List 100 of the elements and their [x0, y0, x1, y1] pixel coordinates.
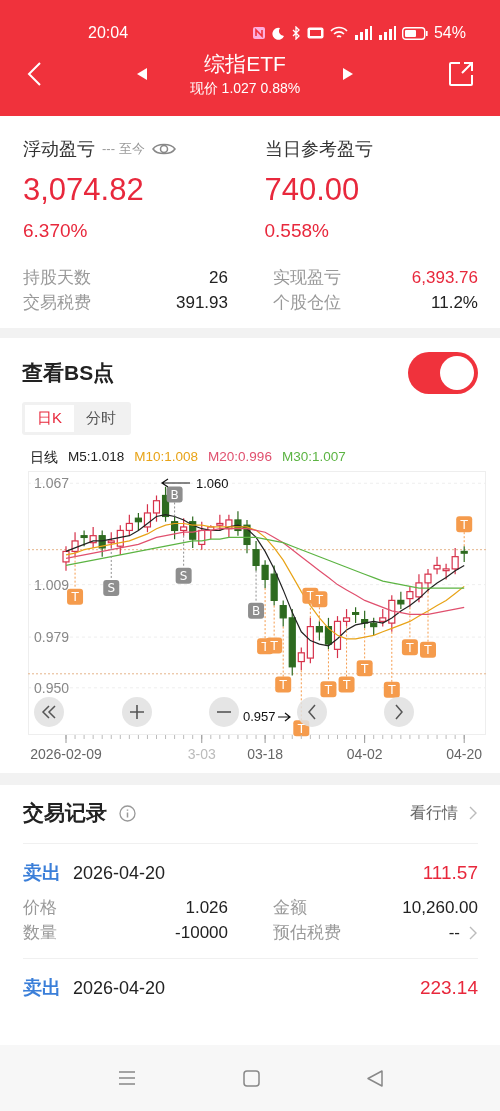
x-axis-label: 03-18: [247, 746, 283, 762]
battery-icon: [401, 26, 428, 40]
detail-value: 10,260.00: [402, 897, 478, 918]
axis-tick: [210, 734, 212, 740]
back-icon[interactable]: [26, 61, 42, 87]
x-axis-label: 2026-02-09: [30, 746, 102, 762]
axis-tick: [355, 734, 357, 740]
y-axis-label: 1.009: [34, 576, 70, 593]
stock-title: 综指ETF: [204, 51, 286, 77]
plus-icon: [128, 704, 145, 720]
axis-tick: [165, 734, 167, 740]
tab[interactable]: 分时: [74, 405, 128, 432]
axis-tick: [418, 734, 420, 740]
axis-tick: [192, 734, 194, 740]
axis-tick: [282, 734, 284, 740]
view-market-link[interactable]: 看行情: [410, 802, 478, 824]
trade-amount: 223.14: [419, 977, 478, 999]
axis-tick: [400, 734, 402, 740]
x-axis-label: 04-20: [446, 746, 483, 762]
axis-tick: [300, 734, 302, 740]
nfc-icon: [251, 26, 266, 40]
axis-tick: [137, 734, 139, 740]
x-axis-label: 3-03: [187, 746, 216, 762]
zoom-in-button[interactable]: [121, 697, 152, 727]
axis-tick: [146, 734, 148, 740]
stat-value: 6,393.76: [411, 267, 478, 288]
axis-tick: [174, 734, 176, 740]
info-icon[interactable]: [119, 804, 136, 822]
axis-tick: [74, 734, 76, 740]
axis-tick: [255, 734, 257, 740]
low-price-note: 0.957: [243, 709, 276, 724]
moving-average-value: M30:1.007: [281, 449, 346, 466]
detail-label: 价格: [23, 897, 57, 919]
trade-type: 卖出: [23, 861, 61, 885]
low-arrow-icon: [277, 712, 291, 722]
trade-type: 卖出: [23, 976, 61, 1000]
detail-label: 金额: [273, 897, 307, 919]
moving-average-value: M10:1.008: [134, 449, 199, 466]
moon-icon: [271, 26, 285, 40]
high-arrow-icon: [160, 478, 191, 488]
stat-label: 交易税费: [23, 292, 91, 314]
axis-tick: [246, 734, 248, 740]
minus-icon: [216, 710, 232, 714]
trade-amount: 111.57: [422, 862, 478, 884]
detail-label: 数量: [23, 922, 57, 944]
stat-value: 11.2%: [431, 292, 478, 313]
axis-tick: [427, 734, 429, 740]
axis-tick: [237, 734, 239, 740]
share-icon[interactable]: [448, 61, 474, 87]
y-axis-label: 1.067: [34, 475, 70, 492]
metric-value: 740.00: [264, 171, 361, 209]
axis-tick: [183, 734, 185, 740]
metric-percent: 0.558%: [264, 220, 330, 242]
y-axis-label: 0.950: [34, 679, 70, 696]
axis-tick: [228, 734, 230, 740]
back-triangle-icon[interactable]: [366, 1069, 383, 1087]
stat-value: 391.93: [176, 292, 228, 313]
axis-tick: [391, 734, 393, 740]
rewind-button[interactable]: [34, 697, 64, 727]
zoom-out-button[interactable]: [209, 697, 239, 727]
axis-tick: [101, 734, 103, 740]
stat-label: 个股仓位: [273, 292, 341, 314]
detail-label: 预估税费: [273, 922, 341, 944]
candlestick: [152, 494, 161, 523]
axis-tick: [128, 734, 130, 740]
scroll-right-button[interactable]: [384, 697, 414, 727]
axis-tick: [337, 734, 338, 740]
signal-icon: [377, 26, 396, 40]
stat-label: 持股天数: [23, 267, 91, 289]
price-subtitle: 现价 1.027 0.88%: [189, 79, 301, 98]
axis-tick: [92, 734, 94, 740]
axis-tick: [373, 734, 375, 740]
metric-value: 3,074.82: [23, 171, 145, 209]
eye-icon[interactable]: [151, 141, 176, 157]
stat-label: 实现盈亏: [273, 267, 341, 289]
signal-icon: [353, 26, 372, 40]
previous-triangle-icon[interactable]: [135, 67, 148, 81]
battery-percent: 54%: [433, 24, 466, 42]
axis-tick: [445, 734, 447, 740]
next-triangle-icon[interactable]: [342, 67, 355, 81]
tab[interactable]: 日K: [25, 405, 74, 432]
axis-tick: [119, 734, 121, 740]
status-time: 20:04: [88, 24, 129, 42]
chevron-left-icon: [306, 704, 317, 720]
menu-icon[interactable]: [117, 1070, 136, 1086]
axis-tick: [291, 734, 293, 740]
home-icon[interactable]: [242, 1069, 260, 1087]
chevron-right-icon: [468, 805, 478, 821]
bluetooth-icon: [290, 26, 301, 40]
toggle-switch[interactable]: [408, 352, 478, 394]
axis-tick: [156, 734, 157, 740]
period-label: 日线: [30, 449, 58, 467]
axis-tick: [382, 734, 384, 740]
metric-percent: 6.370%: [23, 220, 89, 242]
high-price-note: 1.060: [196, 476, 229, 491]
axis-tick: [273, 734, 275, 740]
axis-tick: [309, 734, 311, 740]
axis-tick: [219, 734, 221, 740]
chevron-right-icon: [394, 704, 404, 720]
axis-tick: [454, 734, 456, 740]
